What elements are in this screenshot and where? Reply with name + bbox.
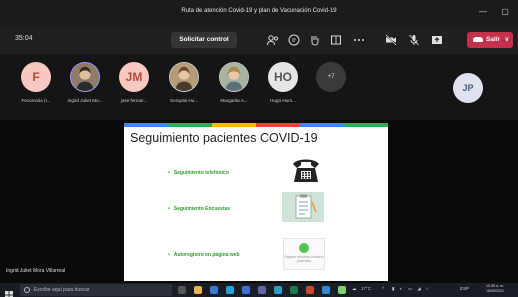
search-icon (24, 287, 30, 293)
web-card-text: Registro síntomas cuidados pacientes (284, 255, 324, 263)
system-tray-icons[interactable]: ▮ ◐ ▭ ◢ ♪ (392, 286, 430, 292)
rooms-icon[interactable] (329, 33, 343, 47)
task-view-icon[interactable] (178, 286, 186, 294)
slide-bullet: Autoregistro en página web (168, 252, 240, 258)
participant-tile[interactable]: Ingrid Juliet Mo... (60, 62, 110, 103)
slide-color-bar (124, 123, 388, 127)
survey-clipboard-icon (282, 192, 324, 227)
web-app-icon (299, 243, 309, 253)
slide-bullet: Seguimiento Encuestas (168, 206, 230, 212)
more-participants-count: +7 (316, 62, 346, 92)
avatar-photo (70, 62, 100, 92)
outlook-icon[interactable] (322, 286, 330, 294)
camera-off-icon[interactable] (384, 33, 398, 47)
weather-icon[interactable]: ☁ (352, 286, 357, 292)
file-explorer-icon[interactable] (194, 286, 202, 294)
excel-icon[interactable] (290, 286, 298, 294)
request-control-button[interactable]: Solicitar control (171, 32, 237, 48)
slide-title: Seguimiento pacientes COVID-19 (130, 131, 318, 145)
mic-off-icon[interactable] (407, 33, 421, 47)
avatar: HO (268, 62, 298, 92)
clock-date: 16/09/2021 (486, 289, 504, 293)
avatar: JM (119, 62, 149, 92)
participant-tile[interactable]: Margarita A... (209, 62, 259, 103)
taskbar-search-input[interactable]: Escribe aquí para buscar (20, 284, 172, 296)
minimize-icon[interactable]: — (475, 5, 491, 19)
chat-icon[interactable] (287, 33, 301, 47)
participant-name: Feconvida (I... (21, 98, 51, 103)
participant-name: jose fernan... (120, 98, 148, 103)
more-participants-tile[interactable]: +7 (306, 62, 356, 92)
participant-tile[interactable]: F Feconvida (I... (11, 62, 61, 103)
meeting-toolbar: 35:04 Solicitar control Salir ∨ (0, 26, 518, 54)
hang-up-icon (473, 36, 483, 42)
participant-tile[interactable]: JM jose fernan... (109, 62, 159, 103)
share-screen-icon[interactable] (430, 33, 444, 47)
leave-button[interactable]: Salir ∨ (467, 32, 513, 48)
telephone-icon (291, 156, 321, 189)
people-icon[interactable] (266, 33, 280, 47)
web-registration-card: Registro síntomas cuidados pacientes (283, 238, 325, 270)
participants-strip: F Feconvida (I... Ingrid Juliet Mo... JM… (0, 54, 518, 120)
windows-taskbar: Escribe aquí para buscar ☁ 17°C ^ ▮ ◐ ▭ … (0, 283, 518, 297)
powerpoint-icon[interactable] (306, 286, 314, 294)
meeting-timer: 35:04 (15, 35, 33, 42)
reactions-icon[interactable] (308, 33, 322, 47)
chrome-icon[interactable] (338, 286, 346, 294)
tray-overflow-icon[interactable]: ^ (382, 286, 384, 291)
store-icon[interactable] (226, 286, 234, 294)
participant-tile[interactable]: HO Hugo Hum... (258, 62, 308, 103)
close-window-icon[interactable]: ▢ (497, 5, 513, 19)
participant-name: Ingrid Juliet Mo... (67, 98, 103, 103)
avatar: F (21, 62, 51, 92)
window-titlebar: Ruta de atención Covid-19 y plan de Vacu… (0, 0, 518, 26)
self-avatar[interactable]: JP (453, 73, 483, 103)
active-speaker-label: Ingrid Juliet Mora Villarreal (6, 268, 66, 274)
search-placeholder: Escribe aquí para buscar (34, 287, 90, 293)
teams-icon[interactable] (258, 286, 266, 294)
word-icon[interactable] (242, 286, 250, 294)
participant-name: Margarita A... (220, 98, 248, 103)
shared-content-stage: Seguimiento pacientes COVID-19 Seguimien… (0, 120, 518, 283)
slide-bullet: Seguimiento telefónico (168, 170, 229, 176)
more-options-icon[interactable] (352, 33, 366, 47)
chevron-down-icon[interactable]: ∨ (505, 32, 509, 48)
windows-start-icon[interactable] (5, 286, 13, 297)
edge-icon[interactable] (274, 286, 282, 294)
window-title: Ruta de atención Covid-19 y plan de Vacu… (181, 8, 337, 14)
leave-label: Salir (486, 36, 501, 43)
avatar-photo (169, 62, 199, 92)
participant-name: Hugo Hum... (270, 98, 296, 103)
taskbar-clock[interactable]: 10:35 a. m. 16/09/2021 (486, 284, 504, 294)
mail-icon[interactable] (210, 286, 218, 294)
language-indicator[interactable]: ESP (460, 286, 469, 291)
weather-temp[interactable]: 17°C (361, 286, 371, 291)
participant-tile[interactable]: Sorayda Hu... (159, 62, 209, 103)
presentation-slide: Seguimiento pacientes COVID-19 Seguimien… (124, 123, 388, 281)
avatar-photo (219, 62, 249, 92)
participant-name: Sorayda Hu... (169, 98, 199, 103)
